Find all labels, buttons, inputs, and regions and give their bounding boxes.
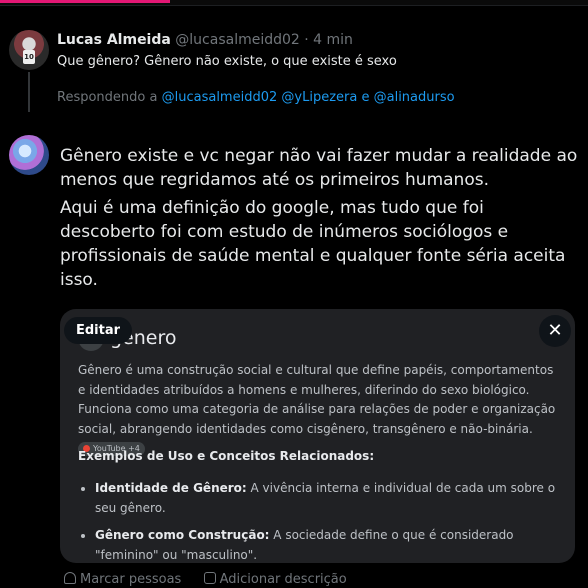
thread-line	[28, 72, 30, 112]
examples-list: Identidade de Gênero: A vivência interna…	[78, 479, 565, 563]
example-term: Gênero como Construção:	[95, 528, 270, 542]
top-progress-bar	[0, 0, 588, 6]
close-icon[interactable]: ✕	[539, 315, 571, 347]
reply-paragraph: Gênero existe e vc negar não vai fazer m…	[60, 146, 578, 190]
tag-people-button[interactable]: Marcar pessoas	[64, 572, 181, 587]
mention-link[interactable]: @alinadurso	[374, 90, 455, 105]
reply-textarea[interactable]: Gênero existe e vc negar não vai fazer m…	[60, 144, 580, 296]
tweet-text: Que gênero? Gênero não existe, o que exi…	[57, 54, 397, 69]
add-description-label: Adicionar descrição	[219, 572, 347, 587]
example-term: Identidade de Gênero:	[95, 481, 247, 495]
person-icon	[64, 572, 76, 584]
add-description-button[interactable]: Adicionar descrição	[203, 572, 347, 587]
mention-link[interactable]: @yLipezera	[281, 90, 357, 105]
definition-text: Gênero é uma construção social e cultura…	[78, 361, 558, 459]
avatar-jersey-number: 10	[23, 50, 35, 64]
definition-body: Gênero é uma construção social e cultura…	[78, 363, 556, 436]
reply-paragraph: Aqui é uma definição do google, mas tudo…	[60, 198, 566, 290]
author-name[interactable]: Lucas Almeida	[57, 32, 171, 48]
list-item: Identidade de Gênero: A vivência interna…	[95, 479, 565, 518]
avatar[interactable]	[9, 135, 49, 175]
attached-image[interactable]: gênero Editar ✕ Gênero é uma construção …	[60, 309, 575, 563]
media-actions: Marcar pessoas Adicionar descrição	[64, 572, 347, 587]
list-item: Gênero como Construção: A sociedade defi…	[95, 526, 565, 563]
top-accent	[0, 0, 170, 3]
mention-link[interactable]: @lucasalmeidd02	[162, 90, 278, 105]
edit-image-button[interactable]: Editar	[64, 317, 133, 344]
avatar[interactable]: 10	[9, 30, 49, 70]
replying-prefix: Respondendo a	[57, 90, 158, 105]
meta-separator: ·	[304, 32, 309, 48]
description-icon	[203, 572, 216, 584]
tag-people-label: Marcar pessoas	[80, 572, 182, 587]
replying-to: Respondendo a @lucasalmeidd02 @yLipezera…	[57, 90, 455, 105]
author-handle[interactable]: @lucasalmeidd02	[175, 32, 300, 48]
tweet-time[interactable]: 4 min	[313, 32, 353, 48]
tweet-meta: Lucas Almeida @lucasalmeidd02 · 4 min	[57, 32, 353, 48]
mention-conjunction: e	[361, 90, 370, 105]
examples-title: Exemplos de Uso e Conceitos Relacionados…	[78, 449, 375, 463]
